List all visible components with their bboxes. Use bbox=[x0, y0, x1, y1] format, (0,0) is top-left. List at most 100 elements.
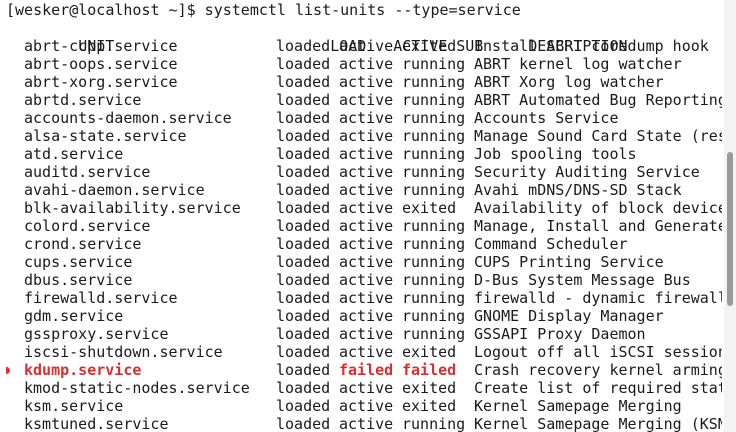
service-load-state: loaded bbox=[276, 163, 331, 181]
service-row: blk-availability.service loaded active exit… bbox=[6, 199, 722, 217]
service-unit-name: colord.service bbox=[24, 217, 151, 235]
service-sub-state: running bbox=[402, 181, 466, 199]
service-description: Manage, Install and Generate bbox=[474, 217, 722, 235]
service-unit-name: gssproxy.service bbox=[24, 325, 169, 343]
service-unit-name: ksmtuned.service bbox=[24, 415, 169, 432]
service-description: Job spooling tools bbox=[474, 145, 637, 163]
scrollbar-thumb[interactable] bbox=[727, 152, 733, 306]
service-row: gdm.service loaded active running GNOME Disp… bbox=[6, 307, 722, 325]
vertical-scrollbar[interactable] bbox=[724, 0, 736, 432]
service-sub-state: running bbox=[402, 325, 466, 343]
service-unit-name: avahi-daemon.service bbox=[24, 181, 205, 199]
service-unit-name: accounts-daemon.service bbox=[24, 109, 232, 127]
service-unit-name: crond.service bbox=[24, 235, 142, 253]
service-description: ABRT Xorg log watcher bbox=[474, 73, 664, 91]
service-description: GSSAPI Proxy Daemon bbox=[474, 325, 646, 343]
service-row: kdump.service loaded failed failed Crash rec… bbox=[6, 361, 722, 379]
terminal-window[interactable]: [wesker@localhost ~]$ systemctl list-uni… bbox=[0, 0, 736, 432]
service-load-state: loaded bbox=[276, 397, 331, 415]
service-unit-name: abrt-oops.service bbox=[24, 55, 178, 73]
service-load-state: loaded bbox=[276, 271, 331, 289]
service-load-state: loaded bbox=[276, 37, 331, 55]
service-unit-name: blk-availability.service bbox=[24, 199, 241, 217]
service-active-state: active bbox=[339, 415, 394, 432]
service-sub-state: running bbox=[402, 127, 466, 145]
service-sub-state: running bbox=[402, 307, 466, 325]
service-load-state: loaded bbox=[276, 145, 331, 163]
service-row: colord.service loaded active running Manage,… bbox=[6, 217, 722, 235]
service-description: Avahi mDNS/DNS-SD Stack bbox=[474, 181, 682, 199]
service-description: Install ABRT coredump hook bbox=[474, 37, 709, 55]
service-unit-name: kmod-static-nodes.service bbox=[24, 379, 250, 397]
service-sub-state: running bbox=[402, 289, 466, 307]
service-active-state: active bbox=[339, 253, 394, 271]
service-row: accounts-daemon.service loaded active runni… bbox=[6, 109, 722, 127]
terminal-output: [wesker@localhost ~]$ systemctl list-uni… bbox=[6, 1, 722, 432]
service-description: Logout off all iSCSI session bbox=[474, 343, 722, 361]
service-row: iscsi-shutdown.service loaded active exited… bbox=[6, 343, 722, 361]
service-description: Availability of block device bbox=[474, 199, 722, 217]
service-active-state: active bbox=[339, 271, 394, 289]
service-active-state: active bbox=[339, 325, 394, 343]
service-unit-name: kdump.service bbox=[24, 361, 142, 379]
service-load-state: loaded bbox=[276, 415, 331, 432]
service-load-state: loaded bbox=[276, 181, 331, 199]
service-load-state: loaded bbox=[276, 307, 331, 325]
service-row: avahi-daemon.service loaded active running A… bbox=[6, 181, 722, 199]
service-active-state: active bbox=[339, 91, 394, 109]
service-description: CUPS Printing Service bbox=[474, 253, 664, 271]
service-load-state: loaded bbox=[276, 253, 331, 271]
service-sub-state: exited bbox=[402, 397, 457, 415]
service-load-state: loaded bbox=[276, 217, 331, 235]
service-active-state: active bbox=[339, 397, 394, 415]
service-sub-state: running bbox=[402, 55, 466, 73]
service-description: GNOME Display Manager bbox=[474, 307, 664, 325]
service-unit-name: atd.service bbox=[24, 145, 124, 163]
service-active-state: active bbox=[339, 289, 394, 307]
service-active-state: active bbox=[339, 109, 394, 127]
service-active-state: active bbox=[339, 73, 394, 91]
service-description: Kernel Samepage Merging bbox=[474, 397, 682, 415]
service-description: Manage Sound Card State (res bbox=[474, 127, 722, 145]
service-unit-name: iscsi-shutdown.service bbox=[24, 343, 223, 361]
service-active-state: active bbox=[339, 55, 394, 73]
service-description: Crash recovery kernel arming bbox=[474, 361, 722, 379]
command-prompt: [wesker@localhost ~]$ systemctl list-uni… bbox=[6, 1, 521, 19]
service-active-state: failed bbox=[339, 361, 394, 379]
service-row: cups.service loaded active running CUPS Prin… bbox=[6, 253, 722, 271]
service-description: Kernel Samepage Merging (KSM bbox=[474, 415, 722, 432]
service-load-state: loaded bbox=[276, 127, 331, 145]
service-active-state: active bbox=[339, 181, 394, 199]
service-load-state: loaded bbox=[276, 325, 331, 343]
service-description: ABRT Automated Bug Reporting bbox=[474, 91, 722, 109]
service-sub-state: exited bbox=[402, 343, 457, 361]
service-sub-state: running bbox=[402, 217, 466, 235]
table-header: UNIT LOAD ACTIVE SUB DESCRIPTION bbox=[6, 19, 722, 55]
service-row: atd.service loaded active running Job spooli… bbox=[6, 145, 722, 163]
service-active-state: active bbox=[339, 379, 394, 397]
service-row: ksm.service loaded active exited Kernel Same… bbox=[6, 397, 722, 415]
service-unit-name: abrt-ccpp.service bbox=[24, 37, 178, 55]
service-unit-name: abrtd.service bbox=[24, 91, 142, 109]
service-row: auditd.service loaded active running Securit… bbox=[6, 163, 722, 181]
service-active-state: active bbox=[339, 145, 394, 163]
service-unit-name: cups.service bbox=[24, 253, 133, 271]
service-description: Accounts Service bbox=[474, 109, 619, 127]
service-description: Command Scheduler bbox=[474, 235, 628, 253]
service-row: abrt-ccpp.service loaded active exited Insta… bbox=[6, 37, 722, 55]
service-sub-state: exited bbox=[402, 379, 457, 397]
service-sub-state: running bbox=[402, 235, 466, 253]
service-active-state: active bbox=[339, 37, 394, 55]
service-description: Security Auditing Service bbox=[474, 163, 700, 181]
service-row: abrt-xorg.service loaded active running ABRT… bbox=[6, 73, 722, 91]
service-sub-state: running bbox=[402, 271, 466, 289]
service-sub-state: running bbox=[402, 415, 466, 432]
service-sub-state: failed bbox=[402, 361, 457, 379]
service-unit-name: ksm.service bbox=[24, 397, 124, 415]
service-active-state: active bbox=[339, 199, 394, 217]
service-row: abrtd.service loaded active running ABRT Aut… bbox=[6, 91, 722, 109]
service-load-state: loaded bbox=[276, 199, 331, 217]
service-sub-state: exited bbox=[402, 199, 457, 217]
service-row: ksmtuned.service loaded active running Kerne… bbox=[6, 415, 722, 432]
service-load-state: loaded bbox=[276, 91, 331, 109]
